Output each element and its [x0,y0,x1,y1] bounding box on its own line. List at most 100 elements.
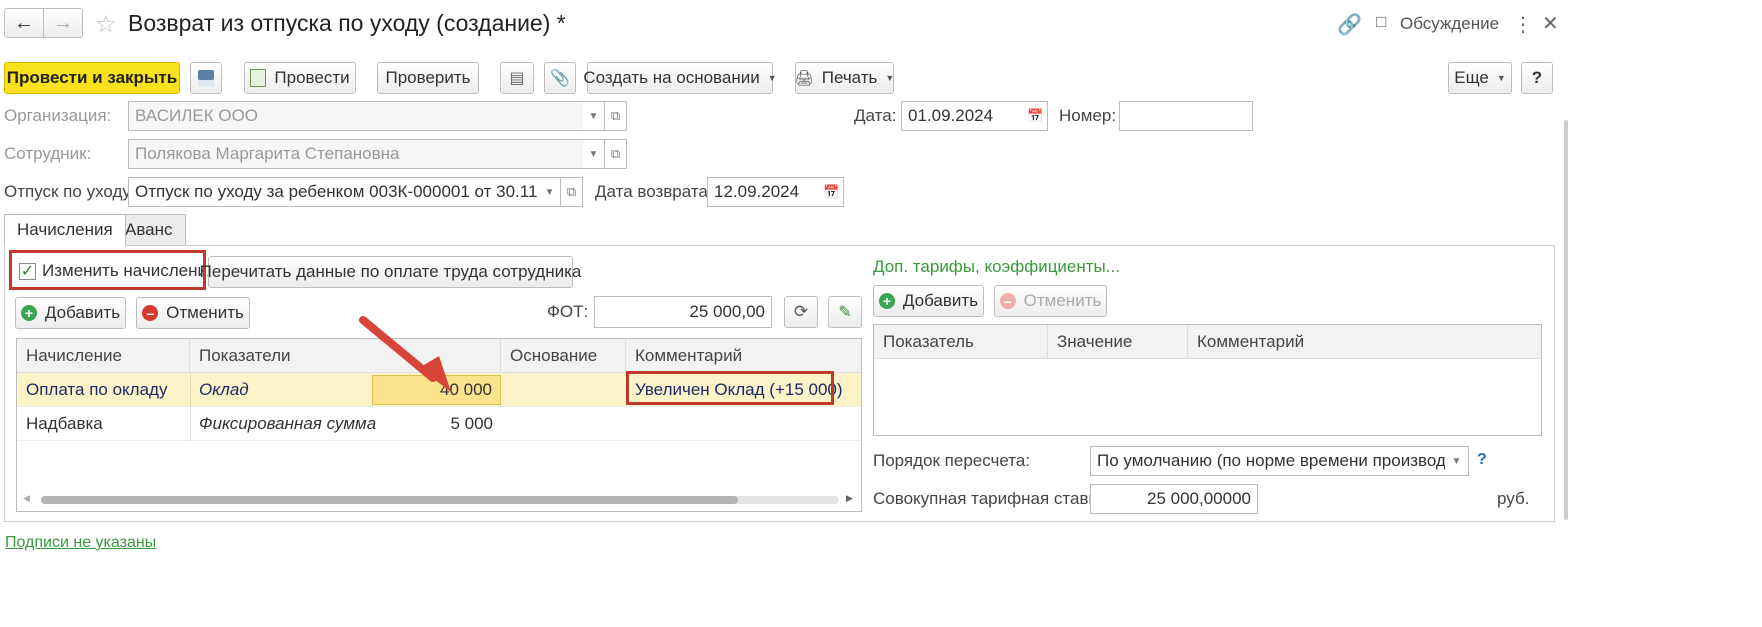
recalc-field[interactable]: По умолчанию (по норме времени производс… [1090,446,1446,476]
currency-label: руб. [1497,489,1530,508]
discussion-label[interactable]: Обсуждение [1400,14,1499,34]
journal-button[interactable]: ▤ [500,62,534,94]
employee-dropdown-button[interactable]: ▼ [583,139,605,169]
check-button[interactable]: Проверить [377,62,479,94]
total-rate-field[interactable]: 25 000,00000 [1090,484,1258,514]
edit-fot-button[interactable]: ✎ [828,296,862,328]
refresh-fot-button[interactable]: ⟳ [784,296,818,328]
basis-cell [501,373,510,407]
pencil-icon: ✎ [838,304,852,321]
recalc-help-link[interactable]: ? [1477,451,1487,469]
leave-open-button[interactable]: ⧉ [561,177,583,207]
employee-label: Сотрудник: [4,144,92,163]
favorite-star-icon[interactable]: ☆ [95,10,117,39]
post-icon [250,69,267,87]
scroll-left-icon[interactable]: ◀ [23,493,30,504]
extra-tariffs-link[interactable]: Доп. тарифы, коэффициенты... [873,257,1120,277]
highlight-change-checkbox [9,250,206,290]
return-date-calendar-button[interactable]: 📅 [820,177,844,207]
leave-label: Отпуск по уходу: [4,182,136,201]
fot-field[interactable]: 25 000,00 [594,296,772,328]
date-calendar-button[interactable]: 📅 [1024,101,1048,131]
chevron-down-icon: ▼ [588,148,599,160]
accrual-cell: Оплата по окладу [26,380,168,399]
accruals-cancel-button[interactable]: – Отменить [136,297,250,329]
number-label: Номер: [1059,106,1117,125]
open-icon: ⧉ [610,108,621,123]
employee-field[interactable]: Полякова Маргарита Степановна [128,139,584,169]
more-vertical-icon[interactable]: ⋮ [1513,12,1533,37]
attach-button[interactable]: 📎 [544,62,576,94]
vertical-scrollbar[interactable] [1564,120,1568,520]
horizontal-scrollbar[interactable] [41,496,839,504]
org-field[interactable]: ВАСИЛЕК ООО [128,101,584,131]
minus-icon: – [142,305,159,321]
dropdown-arrow-icon: ▼ [767,73,777,83]
arrow-right-icon: → [53,11,73,34]
link-icon[interactable]: 🔗 [1337,12,1362,37]
close-icon[interactable]: ✕ [1542,11,1559,36]
paperclip-icon: 📎 [550,70,570,87]
column-header-comment[interactable]: Комментарий [626,339,861,373]
column-header-value[interactable]: Значение [1048,325,1188,359]
date-label: Дата: [854,106,897,125]
tariffs-cancel-button[interactable]: – Отменить [994,285,1107,317]
org-open-button[interactable]: ⧉ [605,101,627,131]
scrollbar-thumb[interactable] [41,496,738,504]
employee-open-button[interactable]: ⧉ [605,139,627,169]
org-label: Организация: [4,106,112,125]
recalc-label: Порядок пересчета: [873,451,1031,470]
tariffs-add-button[interactable]: + Добавить [873,285,984,317]
back-button[interactable]: ← [4,8,44,38]
post-button[interactable]: Провести [244,62,356,94]
post-and-close-button[interactable]: Провести и закрыть [4,62,180,94]
reread-button[interactable]: Перечитать данные по оплате труда сотруд… [200,256,581,288]
comment-cell [626,407,635,441]
forward-button[interactable]: → [43,8,83,38]
leave-field[interactable]: Отпуск по уходу за ребенком 003К-000001 … [128,177,540,207]
accruals-add-button[interactable]: + Добавить [15,297,126,329]
recalc-dropdown-button[interactable]: ▼ [1445,446,1469,476]
save-icon [198,70,214,86]
scroll-right-icon[interactable]: ▶ [846,493,853,504]
calendar-icon: 📅 [823,184,840,199]
indicator-cell: Фиксированная сумма [199,414,377,433]
date-field[interactable]: 01.09.2024 [901,101,1025,131]
table-row[interactable]: Надбавка Фиксированная сумма 5 000 [17,407,861,441]
return-date-label: Дата возврата: [595,182,713,201]
return-date-field[interactable]: 12.09.2024 [707,177,821,207]
chevron-down-icon: ▼ [544,186,555,198]
indicator-cell: Оклад [199,380,249,399]
plus-icon: + [878,293,895,309]
fot-label: ФОТ: [547,302,589,321]
basis-cell [501,407,510,441]
highlight-comment [626,371,834,405]
column-header-comment[interactable]: Комментарий [1188,325,1541,359]
column-header-indicator[interactable]: Показатель [874,325,1048,359]
page-title: Возврат из отпуска по уходу (создание) * [128,10,566,36]
create-based-button[interactable]: Создать на основании ▼ [583,62,777,94]
signatures-link[interactable]: Подписи не указаны [5,534,156,552]
tab-accruals[interactable]: Начисления [4,214,126,246]
refresh-icon: ⟳ [793,302,809,321]
chevron-down-icon: ▼ [588,110,599,122]
chevron-down-icon: ▼ [1451,455,1462,467]
org-dropdown-button[interactable]: ▼ [583,101,605,131]
dropdown-arrow-icon: ▼ [885,73,895,83]
leave-dropdown-button[interactable]: ▼ [539,177,561,207]
open-icon: ⧉ [610,146,621,161]
tariffs-table[interactable]: Показатель Значение Комментарий [873,324,1542,436]
open-icon: ⧉ [566,184,577,199]
plus-icon: + [20,305,37,321]
total-rate-label: Совокупная тарифная ставка: [873,489,1111,508]
more-button[interactable]: Еще ▼ [1448,62,1512,94]
printer-icon: 🖨 [794,70,814,87]
calendar-icon: 📅 [1027,108,1044,123]
save-button[interactable] [190,62,222,94]
discussion-icon[interactable]: □ [1376,12,1386,32]
number-field[interactable] [1119,101,1253,131]
column-header-accrual[interactable]: Начисление [17,339,190,373]
print-button[interactable]: 🖨 Печать ▼ [795,62,894,94]
column-header-basis[interactable]: Основание [501,339,626,373]
help-button[interactable]: ? [1521,62,1553,94]
